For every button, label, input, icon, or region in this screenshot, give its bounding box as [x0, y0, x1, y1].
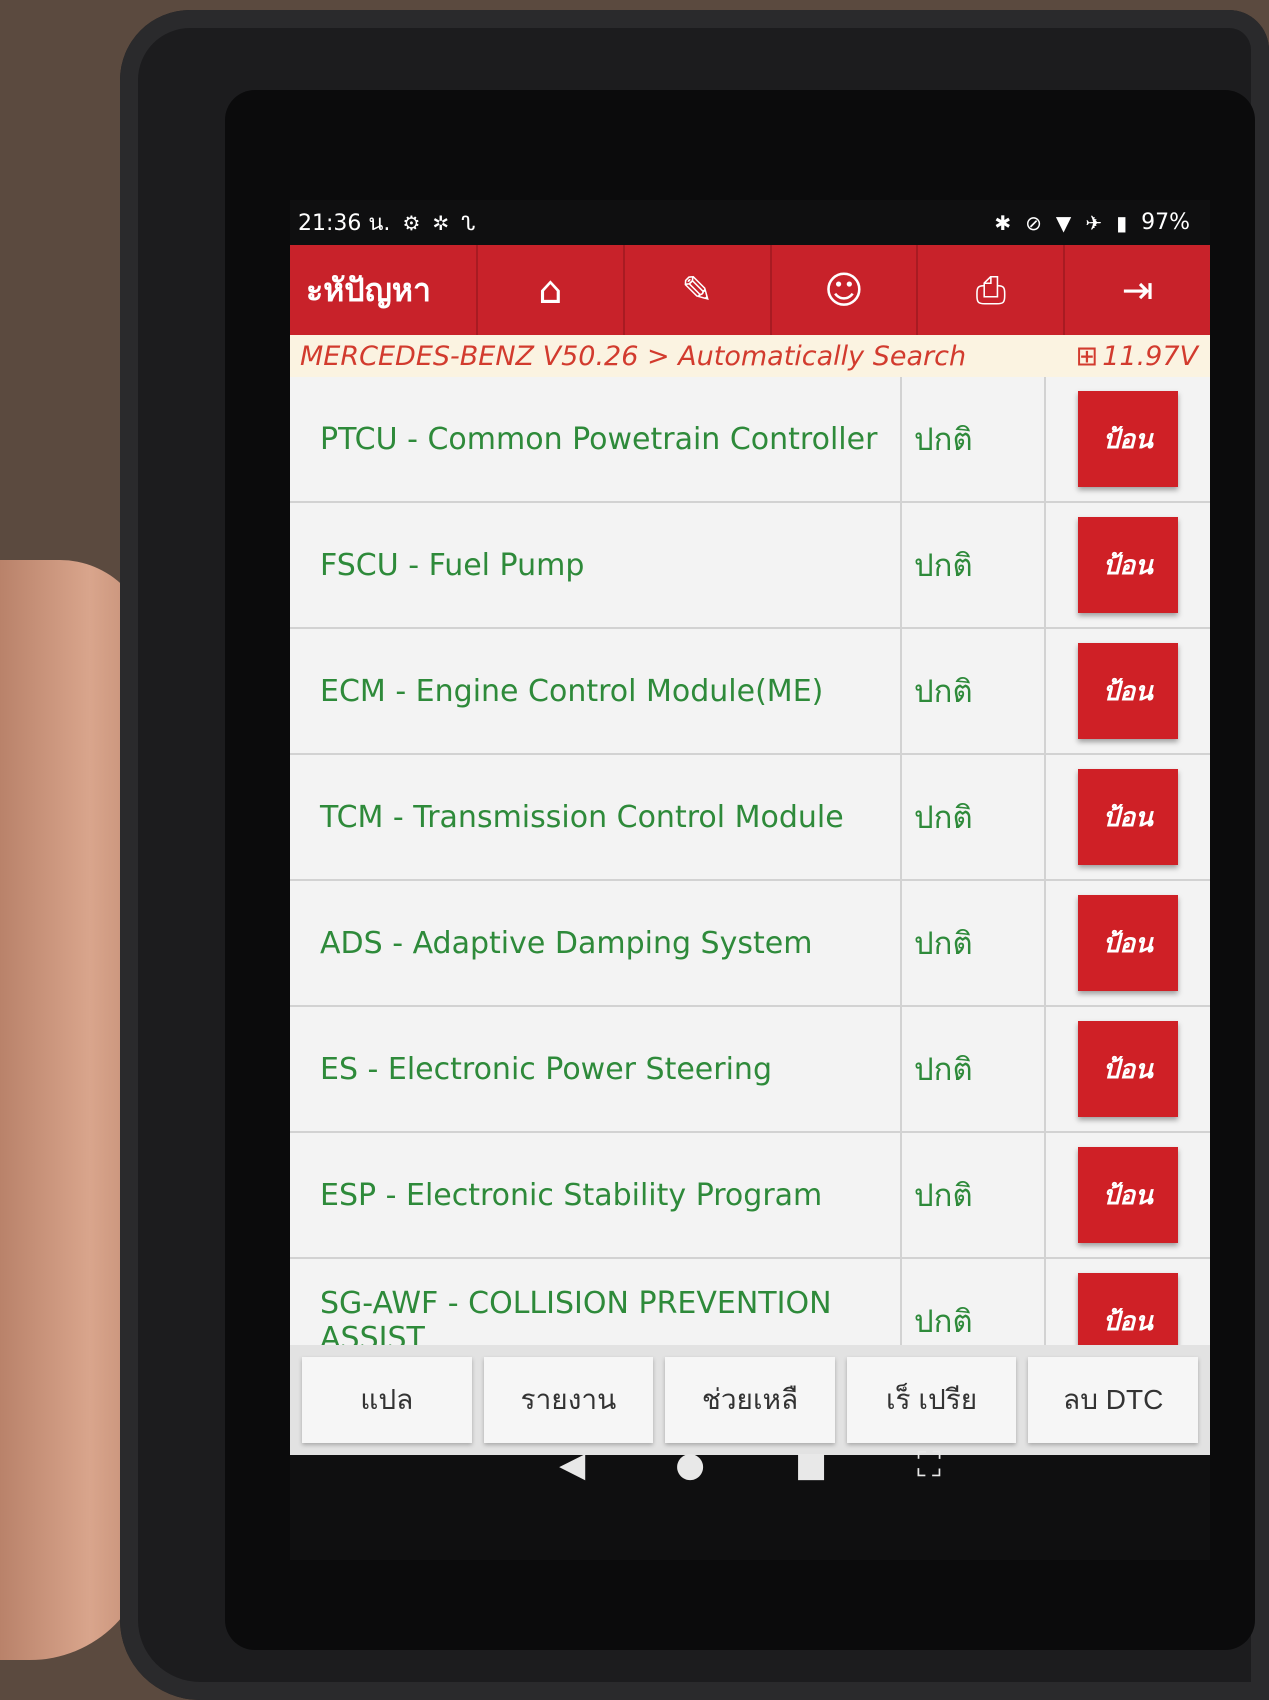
- breadcrumb: MERCEDES-BENZ V50.26 > Automatically Sea…: [290, 335, 1210, 377]
- wifi-icon: ▼: [1055, 210, 1072, 235]
- bluetooth-icon: ✱: [994, 210, 1012, 235]
- voltage-value: 11.97V: [1102, 340, 1198, 372]
- exit-icon: ⇥: [1121, 268, 1154, 312]
- recents-icon[interactable]: ■: [795, 1445, 827, 1485]
- table-row: FSCU - Fuel Pump ปกติ ป้อน: [290, 503, 1210, 629]
- home-icon: ⌂: [538, 268, 563, 312]
- exit-button[interactable]: ⇥: [1065, 245, 1210, 335]
- home-button[interactable]: ⌂: [478, 245, 625, 335]
- system-status: ปกติ: [902, 1007, 1046, 1131]
- enter-button[interactable]: ป้อน: [1078, 769, 1178, 865]
- status-bar: 21:36 น. ⚙ ✲ ᔐ ✱ ⊘ ▼ ✈ ▮ 97%: [290, 200, 1210, 245]
- breadcrumb-path: MERCEDES-BENZ V50.26 > Automatically Sea…: [300, 340, 967, 372]
- diagnostic-app: ะหัปัญหา ⌂ ✎ ☺ ⎙ ⇥ MERCEDES-BENZ V50.26 …: [290, 245, 1210, 1455]
- system-status: ปกติ: [902, 377, 1046, 501]
- screenshot-icon[interactable]: ⛶: [917, 1445, 941, 1485]
- support-button[interactable]: ☺: [772, 245, 919, 335]
- enter-button[interactable]: ป้อน: [1078, 391, 1178, 487]
- system-status: ปกติ: [902, 629, 1046, 753]
- battery-icon: ▮: [1116, 210, 1128, 235]
- system-status: ปกติ: [902, 1133, 1046, 1257]
- system-name: PTCU - Common Powetrain Controller: [290, 377, 902, 501]
- support-icon: ☺: [824, 268, 864, 312]
- edit-icon: ✎: [681, 268, 714, 312]
- car-battery-icon: ⊞: [1075, 340, 1099, 372]
- table-row: ES - Electronic Power Steering ปกติ ป้อน: [290, 1007, 1210, 1133]
- enter-button[interactable]: ป้อน: [1078, 1147, 1178, 1243]
- asterisk-icon: ✲: [432, 210, 450, 235]
- back-icon[interactable]: ◀: [559, 1445, 585, 1485]
- voltage-readout: ⊞ 11.97V: [1076, 341, 1210, 372]
- gear-icon: ⚙: [402, 210, 421, 235]
- system-status: ปกติ: [902, 503, 1046, 627]
- clock: 21:36 น.: [298, 211, 391, 236]
- tablet-screen: 21:36 น. ⚙ ✲ ᔐ ✱ ⊘ ▼ ✈ ▮ 97% ะหัปัญหา ⌂ …: [290, 200, 1210, 1560]
- enter-button[interactable]: ป้อน: [1078, 643, 1178, 739]
- bell-off-icon: ⊘: [1025, 210, 1042, 235]
- print-button[interactable]: ⎙: [918, 245, 1066, 335]
- table-row: PTCU - Common Powetrain Controller ปกติ …: [290, 377, 1210, 503]
- system-status: ปกติ: [902, 755, 1046, 879]
- system-name: FSCU - Fuel Pump: [290, 503, 902, 627]
- system-name: ESP - Electronic Stability Program: [290, 1133, 902, 1257]
- toolbar: ะหัปัญหา ⌂ ✎ ☺ ⎙ ⇥: [290, 245, 1210, 335]
- android-nav-bar: ◀ ● ■ ⛶: [290, 1410, 1210, 1520]
- table-row: ADS - Adaptive Damping System ปกติ ป้อน: [290, 881, 1210, 1007]
- enter-button[interactable]: ป้อน: [1078, 1021, 1178, 1117]
- enter-button[interactable]: ป้อน: [1078, 517, 1178, 613]
- system-name: TCM - Transmission Control Module: [290, 755, 902, 879]
- table-row: ECM - Engine Control Module(ME) ปกติ ป้อ…: [290, 629, 1210, 755]
- battery-level: 97%: [1141, 210, 1190, 235]
- home-nav-icon[interactable]: ●: [675, 1445, 705, 1485]
- print-icon: ⎙: [975, 267, 1006, 312]
- system-name: ADS - Adaptive Damping System: [290, 881, 902, 1005]
- airplane-icon: ✈: [1085, 210, 1103, 235]
- table-row: ESP - Electronic Stability Program ปกติ …: [290, 1133, 1210, 1259]
- system-list: PTCU - Common Powetrain Controller ปกติ …: [290, 377, 1210, 1385]
- enter-button[interactable]: ป้อน: [1078, 895, 1178, 991]
- system-name: ECM - Engine Control Module(ME): [290, 629, 902, 753]
- system-status: ปกติ: [902, 881, 1046, 1005]
- page-title: ะหัปัญหา: [290, 245, 478, 335]
- table-row: TCM - Transmission Control Module ปกติ ป…: [290, 755, 1210, 881]
- stethoscope-icon: ᔐ: [461, 210, 476, 235]
- system-name: ES - Electronic Power Steering: [290, 1007, 902, 1131]
- edit-button[interactable]: ✎: [625, 245, 772, 335]
